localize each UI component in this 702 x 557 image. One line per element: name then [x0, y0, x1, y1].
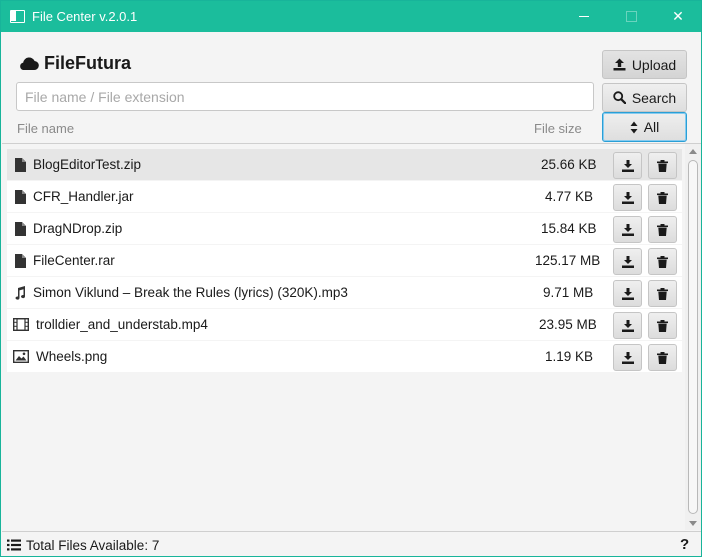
app-window-icon	[10, 10, 25, 23]
column-header-name[interactable]: File name	[17, 121, 74, 136]
file-row[interactable]: trolldier_and_understab.mp4 23.95 MB	[7, 309, 682, 340]
upload-button[interactable]: Upload	[602, 50, 687, 79]
file-name: CFR_Handler.jar	[33, 189, 134, 204]
file-row[interactable]: BlogEditorTest.zip 25.66 KB	[7, 149, 682, 180]
file-size: 125.17 MB	[535, 253, 601, 268]
cloud-icon	[20, 57, 39, 71]
download-icon	[621, 255, 634, 268]
download-icon	[621, 319, 634, 332]
search-icon	[613, 91, 626, 104]
download-icon	[621, 223, 634, 236]
delete-button[interactable]	[648, 312, 677, 339]
film-icon	[13, 317, 29, 332]
app-window: File Center v.2.0.1 ✕ FileFutura Upload …	[0, 0, 702, 557]
minimize-button[interactable]	[561, 1, 607, 32]
file-size: 25.66 KB	[541, 157, 597, 172]
file-size: 15.84 KB	[541, 221, 597, 236]
file-icon	[13, 221, 27, 236]
search-button[interactable]: Search	[602, 83, 687, 112]
file-list: BlogEditorTest.zip 25.66 KB CFR_Handler.…	[2, 143, 701, 531]
download-button[interactable]	[613, 216, 642, 243]
brand: FileFutura	[17, 52, 131, 74]
trash-icon	[657, 191, 668, 204]
close-button[interactable]: ✕	[655, 1, 701, 32]
download-icon	[621, 287, 634, 300]
download-button[interactable]	[613, 152, 642, 179]
file-name: trolldier_and_understab.mp4	[36, 317, 208, 332]
delete-button[interactable]	[648, 344, 677, 371]
sort-icon	[630, 121, 638, 133]
file-row[interactable]: CFR_Handler.jar 4.77 KB	[7, 181, 682, 212]
upload-icon	[613, 58, 626, 71]
trash-icon	[657, 351, 668, 364]
scroll-down-arrow-icon[interactable]	[689, 521, 697, 526]
file-row[interactable]: Wheels.png 1.19 KB	[7, 341, 682, 372]
file-size: 4.77 KB	[545, 189, 594, 204]
delete-button[interactable]	[648, 248, 677, 275]
help-icon[interactable]: ?	[680, 536, 689, 553]
total-files-label: Total Files Available: 7	[26, 538, 160, 553]
file-row[interactable]: Simon Viklund – Break the Rules (lyrics)…	[7, 277, 682, 308]
music-icon	[13, 285, 27, 300]
scroll-up-arrow-icon[interactable]	[689, 149, 697, 154]
download-icon	[621, 191, 634, 204]
file-name: Wheels.png	[36, 349, 108, 364]
file-name: DragNDrop.zip	[33, 221, 123, 236]
brand-name: FileFutura	[44, 52, 132, 73]
search-label: Search	[631, 89, 677, 106]
scroll-thumb[interactable]	[688, 160, 698, 514]
search-input[interactable]	[16, 82, 594, 111]
column-header-size[interactable]: File size	[534, 121, 582, 136]
delete-button[interactable]	[648, 216, 677, 243]
file-name: FileCenter.rar	[33, 253, 115, 268]
file-icon	[13, 253, 27, 268]
file-row[interactable]: FileCenter.rar 125.17 MB	[7, 245, 682, 276]
delete-button[interactable]	[648, 184, 677, 211]
window-title: File Center v.2.0.1	[32, 9, 138, 24]
download-icon	[621, 351, 634, 364]
file-name: Simon Viklund – Break the Rules (lyrics)…	[33, 285, 348, 300]
list-icon	[7, 539, 21, 551]
download-button[interactable]	[613, 184, 642, 211]
close-icon: ✕	[672, 8, 684, 24]
download-icon	[621, 159, 634, 172]
delete-button[interactable]	[648, 280, 677, 307]
trash-icon	[657, 255, 668, 268]
filter-all-button[interactable]: All	[602, 112, 687, 142]
upload-label: Upload	[631, 56, 677, 73]
file-row[interactable]: DragNDrop.zip 15.84 KB	[7, 213, 682, 244]
trash-icon	[657, 223, 668, 236]
file-icon	[13, 189, 27, 204]
filter-label: All	[643, 119, 660, 135]
trash-icon	[657, 287, 668, 300]
trash-icon	[657, 159, 668, 172]
download-button[interactable]	[613, 248, 642, 275]
file-name: BlogEditorTest.zip	[33, 157, 142, 172]
download-button[interactable]	[613, 280, 642, 307]
status-bar: Total Files Available: 7 ?	[2, 531, 701, 556]
download-button[interactable]	[613, 312, 642, 339]
file-size: 1.19 KB	[545, 349, 594, 364]
file-size: 23.95 MB	[539, 317, 597, 332]
vertical-scrollbar[interactable]	[685, 144, 701, 530]
delete-button[interactable]	[648, 152, 677, 179]
trash-icon	[657, 319, 668, 332]
image-icon	[13, 349, 29, 364]
file-icon	[13, 157, 27, 172]
download-button[interactable]	[613, 344, 642, 371]
title-bar[interactable]: File Center v.2.0.1 ✕	[1, 1, 701, 32]
file-size: 9.71 MB	[543, 285, 594, 300]
maximize-button[interactable]	[608, 1, 654, 32]
